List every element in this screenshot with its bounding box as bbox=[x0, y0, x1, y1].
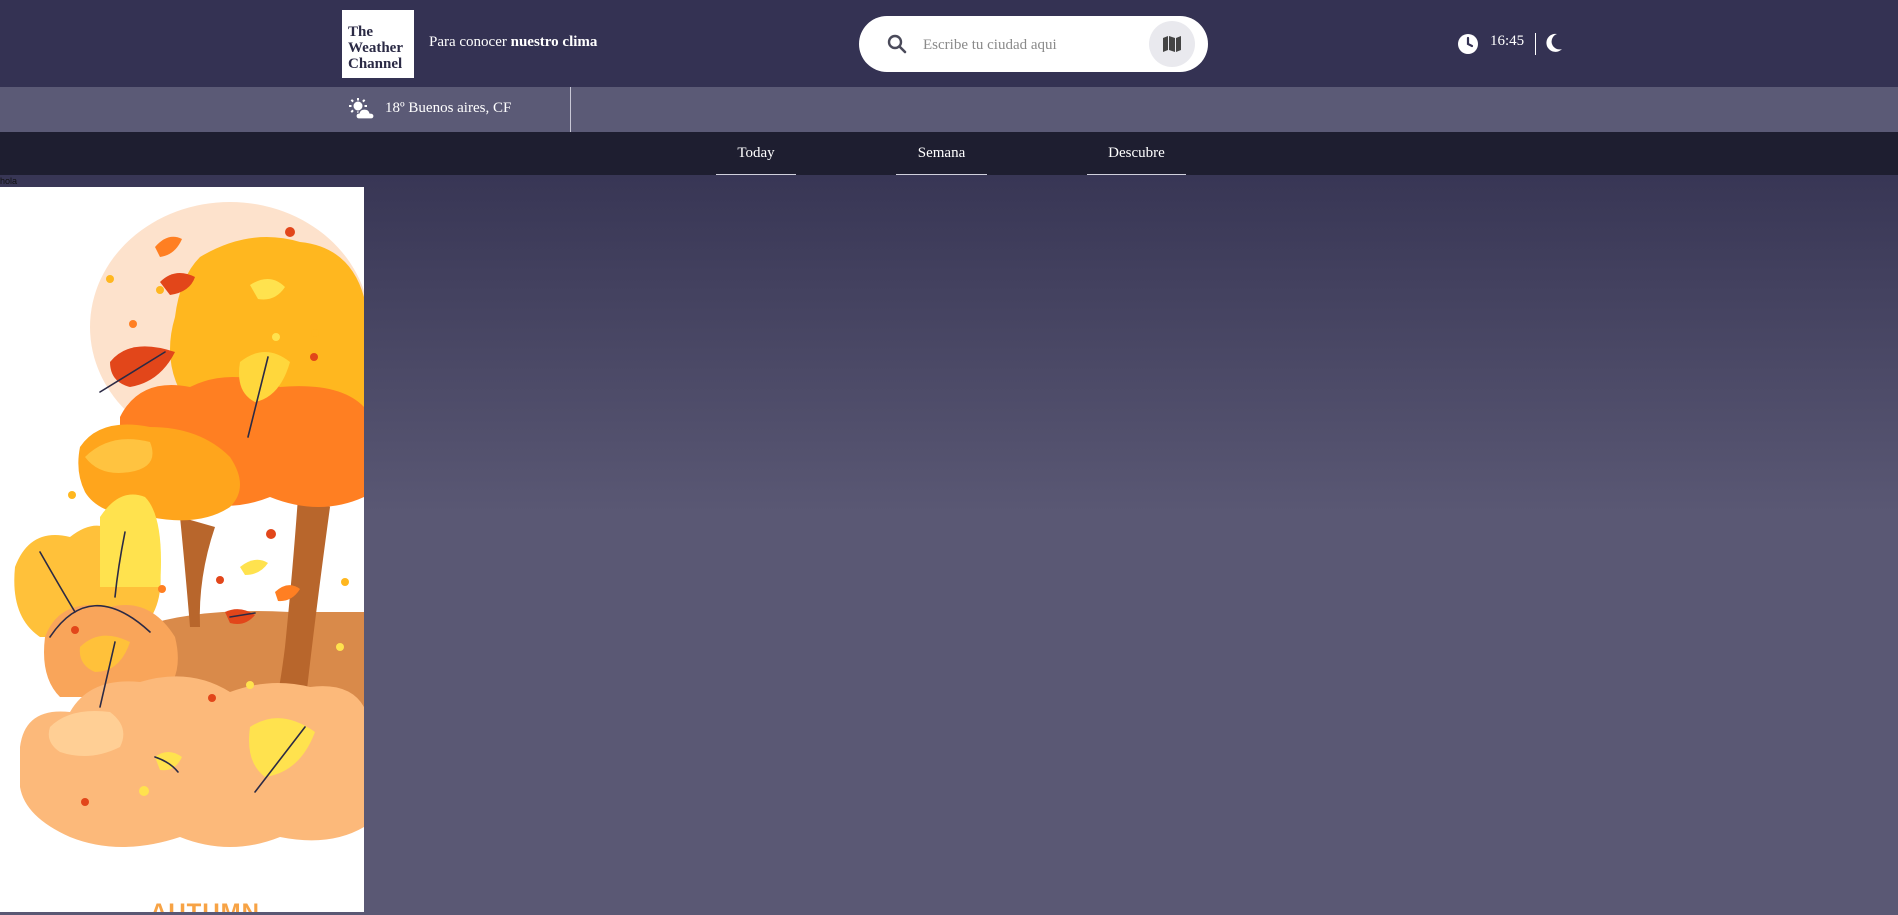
debug-text: hola bbox=[0, 176, 18, 186]
tagline: Para conocer nuestro clima bbox=[429, 34, 597, 51]
moon-icon[interactable] bbox=[1545, 33, 1563, 53]
current-weather-bar: 18º Buenos aires, CF bbox=[0, 87, 1898, 132]
clock-icon bbox=[1458, 34, 1478, 54]
map-icon bbox=[1163, 36, 1181, 52]
tagline-prefix: Para conocer bbox=[429, 34, 511, 50]
tab-today[interactable]: Today bbox=[716, 132, 796, 175]
main-nav: Today Semana Descubre bbox=[0, 132, 1898, 175]
tagline-bold: nuestro clima bbox=[510, 34, 598, 50]
poster-caption: AUTUMN bbox=[150, 899, 260, 912]
weather-divider bbox=[570, 87, 571, 132]
tab-descubre[interactable]: Descubre bbox=[1087, 132, 1186, 175]
search-icon[interactable] bbox=[887, 34, 907, 54]
logo-line-2: Weather bbox=[348, 40, 403, 56]
current-time: 16:45 bbox=[1490, 33, 1525, 49]
logo-line-1: The bbox=[348, 24, 374, 40]
sun-cloud-icon bbox=[349, 98, 375, 120]
autumn-tree-illustration bbox=[14, 202, 364, 847]
header-divider bbox=[1535, 33, 1536, 55]
search-bar bbox=[859, 16, 1208, 72]
weather-summary: 18º Buenos aires, CF bbox=[385, 100, 512, 116]
logo[interactable]: The Weather Channel bbox=[342, 10, 414, 78]
tab-semana[interactable]: Semana bbox=[896, 132, 987, 175]
autumn-illustration: AUTUMN bbox=[0, 187, 364, 912]
map-button[interactable] bbox=[1149, 21, 1195, 67]
top-header: The Weather Channel Para conocer nuestro… bbox=[0, 0, 1898, 87]
search-input[interactable] bbox=[921, 32, 1145, 58]
logo-line-3: Channel bbox=[348, 56, 403, 72]
